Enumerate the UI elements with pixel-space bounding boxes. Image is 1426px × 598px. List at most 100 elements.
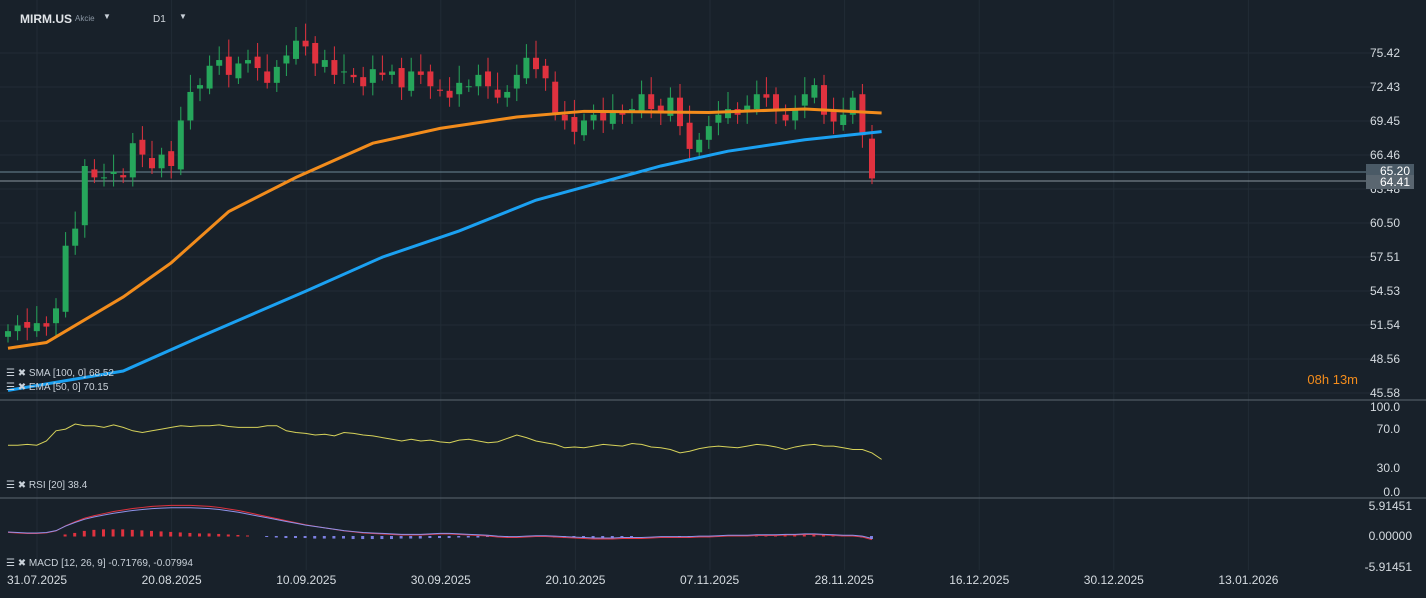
candle bbox=[120, 175, 127, 178]
candle bbox=[782, 114, 789, 121]
sma-legend-text: SMA [100, 0] 68.52 bbox=[28, 368, 114, 379]
candle bbox=[139, 139, 146, 155]
macd-histogram-bar bbox=[630, 536, 633, 538]
macd-histogram-bar bbox=[236, 534, 240, 537]
rsi-legend[interactable]: ☰ ✖ RSI [20] 38.4 bbox=[6, 480, 87, 491]
candle bbox=[485, 71, 491, 87]
settings-icon[interactable]: ☰ bbox=[6, 382, 15, 393]
macd-histogram-bar bbox=[342, 536, 345, 539]
macd-histogram-bar bbox=[246, 535, 249, 537]
candle bbox=[187, 91, 194, 121]
date-axis-label: 20.10.2025 bbox=[545, 573, 606, 587]
candle-timer: 08h 13m bbox=[1307, 372, 1358, 387]
candle bbox=[609, 111, 616, 124]
price-axis-label: 57.51 bbox=[1369, 250, 1400, 264]
macd-histogram-bar bbox=[294, 536, 297, 539]
ema-legend[interactable]: ☰ ✖ EMA [50, 0] 70.15 bbox=[6, 382, 108, 393]
macd-histogram-bar bbox=[82, 530, 86, 537]
settings-icon[interactable]: ☰ bbox=[6, 558, 15, 569]
candle bbox=[62, 245, 69, 312]
candle bbox=[14, 325, 21, 332]
candle bbox=[197, 85, 203, 89]
macd-histogram-bar bbox=[351, 536, 355, 540]
candle bbox=[110, 171, 117, 174]
ema-line bbox=[7, 107, 882, 350]
candle bbox=[686, 122, 693, 149]
macd-histogram-bar bbox=[390, 536, 393, 540]
macd-histogram-bar bbox=[188, 532, 192, 537]
candle bbox=[581, 120, 587, 136]
candle bbox=[341, 71, 347, 73]
candle bbox=[715, 114, 722, 123]
price-axis-label: 45.58 bbox=[1369, 386, 1400, 400]
price-axis-label: 48.56 bbox=[1369, 352, 1400, 366]
candle bbox=[283, 55, 290, 64]
candle bbox=[235, 63, 242, 79]
macd-axis-label: -5.91451 bbox=[1364, 560, 1412, 574]
candle bbox=[446, 90, 453, 98]
close-icon[interactable]: ✖ bbox=[18, 480, 26, 491]
settings-icon[interactable]: ☰ bbox=[6, 368, 15, 379]
macd-histogram-bar bbox=[620, 536, 624, 538]
candle bbox=[101, 177, 107, 179]
date-axis-label: 30.12.2025 bbox=[1083, 573, 1144, 587]
macd-histogram-bar bbox=[322, 536, 326, 539]
candle bbox=[869, 138, 875, 179]
macd-histogram-bar bbox=[73, 532, 77, 537]
symbol-dropdown-icon[interactable]: ▼ bbox=[103, 12, 111, 21]
candle bbox=[72, 228, 79, 246]
macd-histogram-bar bbox=[265, 536, 269, 538]
symbol-selector[interactable]: MIRM.US bbox=[20, 12, 72, 26]
close-icon[interactable]: ✖ bbox=[18, 382, 26, 393]
candle bbox=[696, 139, 703, 153]
chart-canvas[interactable] bbox=[0, 0, 1426, 598]
candle bbox=[590, 114, 597, 121]
candle bbox=[437, 89, 443, 91]
candle bbox=[350, 74, 357, 78]
macd-axis-label: 5.91451 bbox=[1368, 499, 1412, 513]
candle bbox=[273, 66, 280, 83]
price-axis-label: 66.46 bbox=[1369, 148, 1400, 162]
last-price-tag: 64.41 bbox=[1365, 175, 1414, 189]
date-axis-label: 28.11.2025 bbox=[814, 573, 874, 587]
macd-histogram-bar bbox=[447, 536, 451, 539]
price-axis-label: 51.54 bbox=[1369, 318, 1400, 332]
macd-histogram-bar bbox=[140, 530, 144, 537]
macd-histogram-bar bbox=[150, 530, 153, 537]
candle bbox=[24, 322, 31, 328]
candle bbox=[91, 169, 98, 178]
close-icon[interactable]: ✖ bbox=[18, 368, 26, 379]
candle bbox=[149, 158, 155, 169]
macd-histogram-bar bbox=[159, 531, 163, 537]
rsi-line bbox=[8, 423, 882, 460]
date-axis-label: 13.01.2026 bbox=[1218, 573, 1279, 587]
macd-histogram-bar bbox=[428, 536, 432, 539]
macd-histogram-bar bbox=[466, 536, 470, 538]
candle bbox=[561, 114, 568, 121]
candle bbox=[293, 40, 299, 59]
rsi-axis-label: 100.0 bbox=[1369, 400, 1400, 414]
candle bbox=[830, 111, 837, 122]
macd-histogram-bar bbox=[418, 536, 422, 539]
candle bbox=[129, 143, 136, 178]
macd-histogram-bar bbox=[169, 531, 173, 537]
macd-histogram-bar bbox=[303, 536, 307, 539]
date-axis-label: 30.09.2025 bbox=[410, 573, 471, 587]
macd-histogram-bar bbox=[380, 536, 384, 540]
macd-histogram-bar bbox=[457, 536, 461, 538]
candle bbox=[168, 151, 175, 166]
macd-legend[interactable]: ☰ ✖ MACD [12, 26, 9] -0.71769, -0.07994 bbox=[6, 558, 193, 569]
settings-icon[interactable]: ☰ bbox=[6, 480, 15, 491]
macd-histogram-bar bbox=[476, 536, 480, 538]
macd-axis-label: 0.00000 bbox=[1368, 529, 1412, 543]
candle bbox=[475, 74, 482, 87]
timeframe-selector[interactable]: D1 bbox=[153, 14, 166, 25]
macd-histogram-bar bbox=[361, 536, 365, 540]
close-icon[interactable]: ✖ bbox=[18, 558, 26, 569]
sma-legend[interactable]: ☰ ✖ SMA [100, 0] 68.52 bbox=[6, 368, 114, 379]
candle bbox=[177, 120, 184, 170]
macd-histogram-bar bbox=[217, 533, 221, 537]
symbol-label: MIRM.US bbox=[20, 12, 72, 26]
timeframe-dropdown-icon[interactable]: ▼ bbox=[179, 12, 187, 21]
macd-histogram-bar bbox=[92, 529, 96, 537]
